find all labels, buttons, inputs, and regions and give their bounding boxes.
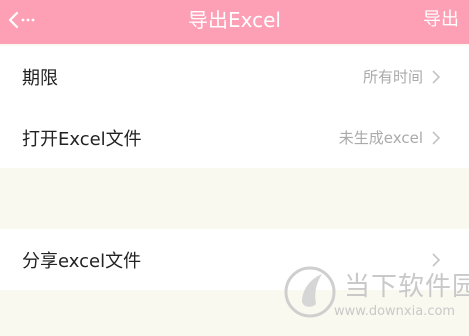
- export-button[interactable]: 导出: [423, 0, 459, 40]
- row-share-excel-label: 分享excel文件: [22, 250, 142, 272]
- chevron-right-icon: [432, 69, 441, 84]
- watermark: 当下软件园 www.downxia.com: [282, 262, 469, 336]
- watermark-brand: 当下软件园: [344, 272, 469, 302]
- row-period-label: 期限: [22, 67, 58, 89]
- top-app-bar: 导出Excel 导出: [0, 0, 469, 44]
- row-open-excel[interactable]: 打开Excel文件 未生成excel: [0, 107, 469, 168]
- row-open-excel-label: 打开Excel文件: [22, 128, 142, 150]
- row-period[interactable]: 期限 所有时间: [0, 46, 469, 107]
- settings-group-top: 期限 所有时间 打开Excel文件 未生成excel: [0, 46, 469, 168]
- row-period-value: 所有时间: [362, 68, 423, 86]
- row-open-excel-value: 未生成excel: [338, 129, 423, 147]
- page-title: 导出Excel: [188, 8, 281, 32]
- chevron-right-icon: [432, 130, 441, 145]
- watermark-url: www.downxia.com: [334, 304, 456, 319]
- downxia-logo-icon: [284, 266, 336, 318]
